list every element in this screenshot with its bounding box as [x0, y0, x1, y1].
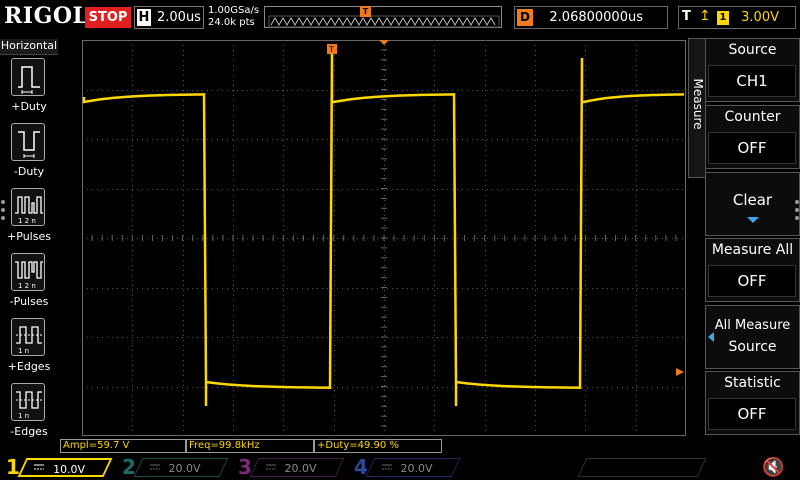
measure-neg-duty[interactable]: -Duty [0, 123, 58, 186]
delay-key-label: D [517, 9, 533, 26]
measurement-pos-duty[interactable]: +Duty=49.90 % [314, 439, 442, 453]
icon-subtext: 1 2 n [18, 282, 36, 290]
measure-label: -Edges [10, 425, 48, 438]
trigger-delay[interactable]: D 2.06800000us [514, 6, 668, 29]
softkey-title: Statistic [724, 375, 781, 391]
memory-waveform-icon [268, 15, 500, 28]
measure-all-softkey[interactable]: Measure All OFF [705, 238, 800, 302]
memory-overview-bar[interactable] [264, 6, 502, 28]
measure-label: +Duty [11, 100, 47, 113]
all-measure-source-softkey[interactable]: All Measure Source [705, 305, 800, 369]
softkey-title: Counter [724, 109, 781, 125]
statistic-softkey[interactable]: Statistic OFF [705, 371, 800, 435]
memory-trigger-marker: T [360, 6, 371, 17]
graticule: 1T [82, 40, 686, 436]
dc-coupling-icon [266, 464, 276, 470]
measurement-amplitude[interactable]: Ampl=59.7 V [60, 439, 186, 453]
measure-pos-pulses[interactable]: 1 2 n +Pulses [0, 188, 58, 251]
waveform-display[interactable]: 1T [82, 40, 686, 436]
memory-depth: 24.0k pts [208, 17, 255, 28]
right-scroll-indicator[interactable] [794, 196, 800, 226]
icon-subtext: 1 n [18, 412, 29, 420]
measure-neg-pulses[interactable]: 1 2 n -Pulses [0, 253, 58, 316]
rising-edge-icon: ↥ [699, 8, 711, 24]
trigger-channel: 1 [717, 11, 729, 25]
softkey-value: OFF [708, 398, 796, 430]
measure-label: -Duty [13, 165, 45, 178]
softkey-value: OFF [708, 265, 796, 297]
neg-edges-icon: 1 n [11, 383, 45, 421]
speaker-muted-icon[interactable]: 🔇 [762, 457, 784, 478]
status-slot [577, 458, 707, 477]
measure-label: +Edges [7, 360, 51, 373]
channel-scale: 20.0V [249, 458, 345, 477]
softkey-value: CH1 [708, 65, 796, 97]
down-arrow-icon [747, 217, 759, 223]
softkey-title-line1: All Measure [714, 318, 791, 333]
run-stop-status[interactable]: STOP [85, 7, 131, 28]
menu-tab-label: Measure [691, 78, 705, 130]
counter-softkey[interactable]: Counter OFF [705, 105, 800, 169]
left-scroll-indicator[interactable] [0, 196, 6, 226]
pos-edges-icon: 1 n [11, 318, 45, 356]
trigger-position-marker [379, 40, 389, 45]
pos-pulses-icon: 1 2 n [11, 188, 45, 226]
source-softkey[interactable]: Source CH1 [705, 38, 800, 102]
measure-label: +Pulses [7, 230, 51, 243]
softkey-title: Source [728, 42, 777, 58]
dc-coupling-icon [382, 464, 392, 470]
horizontal-timebase[interactable]: H 2.00us [134, 6, 204, 29]
trigger-level: 3.00V [741, 10, 779, 25]
clear-softkey[interactable]: Clear [705, 172, 800, 236]
trigger-settings[interactable]: T ↥ 1 3.00V [678, 6, 796, 29]
channel-bar: 1 10.0V 2 20.0V 3 20.0V 4 20.0V 🔇 [0, 454, 800, 480]
trigger-level-marker [676, 368, 684, 376]
softkey-value: OFF [708, 132, 796, 164]
measure-pos-duty[interactable]: +Duty [0, 58, 58, 121]
icon-subtext: 1 n [18, 347, 29, 355]
channel-scale: 20.0V [133, 458, 229, 477]
softkey-title: Measure All [711, 242, 794, 258]
trigger-key-label: T [682, 9, 691, 24]
brand-logo: RIGOL [4, 3, 89, 29]
softkey-title: Clear [732, 191, 773, 209]
icon-subtext: 1 2 n [18, 217, 36, 225]
delay-value: 2.06800000us [549, 10, 643, 25]
dc-coupling-icon [34, 464, 44, 470]
neg-duty-icon [11, 123, 45, 161]
timebase-value: 2.00us [157, 10, 201, 25]
channel-scale: 20.0V [365, 458, 461, 477]
top-status-bar: RIGOL STOP H 2.00us 1.00GSa/s 24.0k pts … [0, 0, 800, 36]
acquisition-info: 1.00GSa/s 24.0k pts [208, 5, 259, 29]
measure-pos-edges[interactable]: 1 n +Edges [0, 318, 58, 381]
channel-scale: 10.0V [17, 458, 113, 477]
measurement-results: Ampl=59.7 V Freq=99.8kHz +Duty=49.90 % [58, 439, 688, 453]
trigger-time-marker: T [327, 44, 337, 54]
measurement-frequency[interactable]: Freq=99.8kHz [186, 439, 314, 453]
dc-coupling-icon [150, 464, 160, 470]
measure-menu: Measure Source CH1 Counter OFF Clear Mea… [688, 38, 800, 440]
horizontal-key-label: H [137, 9, 151, 26]
sample-rate: 1.00GSa/s [208, 5, 260, 16]
softkey-title-line2: Source [728, 339, 777, 355]
measure-neg-edges[interactable]: 1 n -Edges [0, 383, 58, 446]
measure-category-panel: Horizontal +Duty -Duty 1 2 n +Pulses 1 2… [0, 38, 58, 440]
trigger-time-marker-label: T [328, 45, 334, 54]
measure-label: -Pulses [9, 295, 49, 308]
menu-tab: Measure [688, 38, 706, 178]
neg-pulses-icon: 1 2 n [11, 253, 45, 291]
pos-duty-icon [11, 58, 45, 96]
panel-title: Horizontal [0, 39, 58, 55]
